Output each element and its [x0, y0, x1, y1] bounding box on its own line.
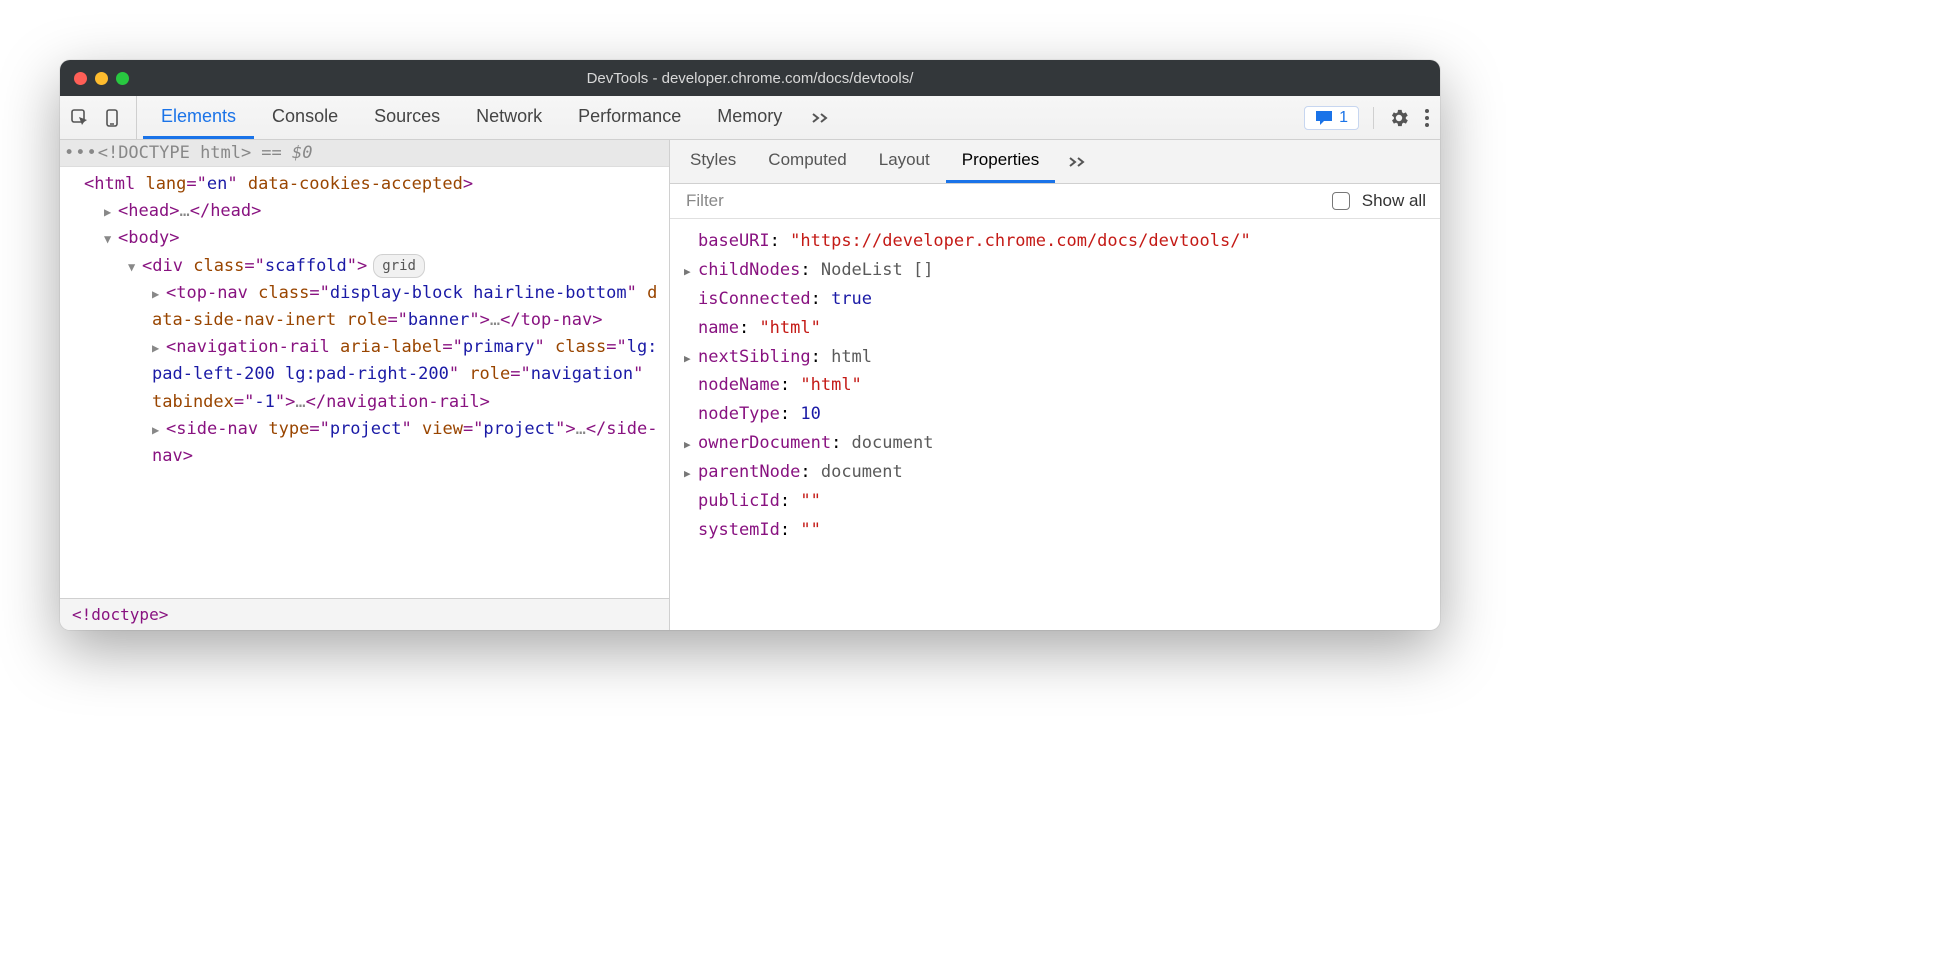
breadcrumb[interactable]: <!doctype> — [60, 598, 669, 630]
devtools-window: DevTools - developer.chrome.com/docs/dev… — [60, 60, 1440, 630]
body-node[interactable]: ▼<body> — [70, 225, 663, 252]
divider — [1373, 107, 1374, 129]
prop-nextSibling[interactable]: ▶nextSibling: html — [684, 343, 1426, 372]
kebab-icon[interactable] — [1424, 108, 1430, 128]
sidenav-node[interactable]: ▶<side-nav type="project" view="project"… — [70, 416, 663, 470]
device-icon[interactable] — [102, 108, 122, 128]
prop-nodeName[interactable]: ▶nodeName: "html" — [684, 371, 1426, 400]
content: ••• <!DOCTYPE html> == $0 <html lang="en… — [60, 140, 1440, 630]
prop-publicId[interactable]: ▶publicId: "" — [684, 487, 1426, 516]
main-toolbar: ElementsConsoleSourcesNetworkPerformance… — [60, 96, 1440, 140]
side-tabs-overflow-icon[interactable] — [1067, 155, 1087, 169]
issues-count: 1 — [1339, 109, 1348, 127]
close-icon[interactable] — [74, 72, 87, 85]
prop-childNodes[interactable]: ▶childNodes: NodeList [] — [684, 256, 1426, 285]
prop-nodeType[interactable]: ▶nodeType: 10 — [684, 400, 1426, 429]
tab-console[interactable]: Console — [254, 96, 356, 139]
side-tabs: StylesComputedLayoutProperties — [670, 140, 1440, 184]
show-all-checkbox[interactable] — [1332, 192, 1350, 210]
inspect-icon[interactable] — [70, 108, 90, 128]
properties-list[interactable]: ▶baseURI: "https://developer.chrome.com/… — [670, 219, 1440, 630]
window-title: DevTools - developer.chrome.com/docs/dev… — [60, 70, 1440, 87]
tab-elements[interactable]: Elements — [143, 96, 254, 139]
show-all-label: Show all — [1362, 191, 1426, 211]
prop-isConnected[interactable]: ▶isConnected: true — [684, 285, 1426, 314]
side-tab-layout[interactable]: Layout — [863, 140, 946, 183]
issues-button[interactable]: 1 — [1304, 106, 1359, 130]
tab-memory[interactable]: Memory — [699, 96, 800, 139]
prop-parentNode[interactable]: ▶parentNode: document — [684, 458, 1426, 487]
main-tabs: ElementsConsoleSourcesNetworkPerformance… — [143, 96, 800, 139]
selection-indicator: == $0 — [261, 143, 312, 163]
dom-tree[interactable]: <html lang="en" data-cookies-accepted> ▶… — [60, 167, 669, 598]
zoom-icon[interactable] — [116, 72, 129, 85]
filter-row: Show all — [670, 184, 1440, 219]
window-controls — [74, 72, 129, 85]
side-tab-computed[interactable]: Computed — [752, 140, 862, 183]
head-node[interactable]: ▶<head>…</head> — [70, 198, 663, 225]
scaffold-node[interactable]: ▼<div class="scaffold">grid — [70, 253, 663, 280]
grid-badge[interactable]: grid — [373, 254, 425, 278]
gear-icon[interactable] — [1388, 107, 1410, 129]
ellipsis-icon[interactable]: ••• — [64, 143, 98, 163]
titlebar: DevTools - developer.chrome.com/docs/dev… — [60, 60, 1440, 96]
minimize-icon[interactable] — [95, 72, 108, 85]
navrail-node[interactable]: ▶<navigation-rail aria-label="primary" c… — [70, 334, 663, 416]
sidebar-pane: StylesComputedLayoutProperties Show all … — [670, 140, 1440, 630]
side-tab-styles[interactable]: Styles — [674, 140, 752, 183]
tabs-overflow-icon[interactable] — [810, 111, 830, 125]
filter-input[interactable] — [684, 190, 1320, 212]
side-tab-properties[interactable]: Properties — [946, 140, 1055, 183]
html-node[interactable]: <html lang="en" data-cookies-accepted> — [70, 171, 663, 198]
prop-systemId[interactable]: ▶systemId: "" — [684, 516, 1426, 545]
tab-performance[interactable]: Performance — [560, 96, 699, 139]
prop-baseURI[interactable]: ▶baseURI: "https://developer.chrome.com/… — [684, 227, 1426, 256]
selected-node-text: <!DOCTYPE html> — [98, 143, 252, 163]
prop-ownerDocument[interactable]: ▶ownerDocument: document — [684, 429, 1426, 458]
tab-sources[interactable]: Sources — [356, 96, 458, 139]
topnav-node[interactable]: ▶<top-nav class="display-block hairline-… — [70, 280, 663, 334]
selected-node-line[interactable]: ••• <!DOCTYPE html> == $0 — [60, 140, 669, 167]
elements-pane: ••• <!DOCTYPE html> == $0 <html lang="en… — [60, 140, 670, 630]
tab-network[interactable]: Network — [458, 96, 560, 139]
prop-name[interactable]: ▶name: "html" — [684, 314, 1426, 343]
